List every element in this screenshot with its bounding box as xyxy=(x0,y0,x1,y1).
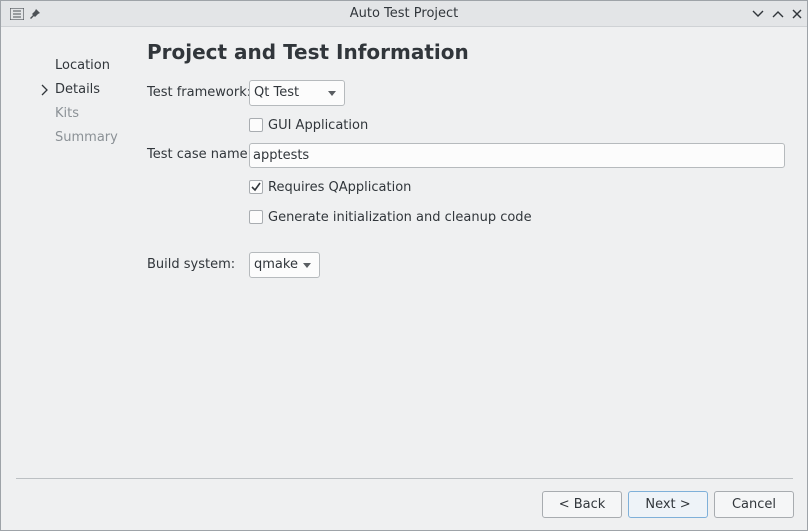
wizard-window: Auto Test Project Location Details Kits … xyxy=(0,0,808,531)
test-case-name-label: Test case name: xyxy=(147,147,252,162)
wizard-steps: Location Details Kits Summary xyxy=(39,57,118,153)
chevron-down-icon xyxy=(303,263,311,268)
generate-init-cleanup-label: Generate initialization and cleanup code xyxy=(268,209,532,225)
next-button[interactable]: Next > xyxy=(628,491,708,518)
step-label: Location xyxy=(55,58,110,73)
test-framework-value: Qt Test xyxy=(254,85,300,100)
back-button-label: < Back xyxy=(558,497,606,512)
step-label: Kits xyxy=(55,106,80,121)
build-system-label: Build system: xyxy=(147,257,236,272)
test-framework-label: Test framework: xyxy=(147,85,252,100)
step-details: Details xyxy=(39,81,118,105)
step-location: Location xyxy=(39,57,118,81)
page-title: Project and Test Information xyxy=(147,40,469,64)
step-label: Details xyxy=(55,82,101,97)
maximize-icon[interactable] xyxy=(769,5,787,23)
footer-separator xyxy=(16,478,793,479)
minimize-icon[interactable] xyxy=(749,5,767,23)
requires-qapplication-label: Requires QApplication xyxy=(268,179,412,195)
next-button-label: Next > xyxy=(645,497,691,512)
gui-application-checkbox[interactable]: GUI Application xyxy=(249,116,368,134)
check-icon xyxy=(251,182,261,192)
back-button[interactable]: < Back xyxy=(542,491,622,518)
title-bar: Auto Test Project xyxy=(1,1,807,27)
step-summary: Summary xyxy=(39,129,118,153)
checkbox-box[interactable] xyxy=(249,118,263,132)
window-title: Auto Test Project xyxy=(349,6,459,21)
test-case-name-input[interactable]: apptests xyxy=(249,143,785,168)
close-icon[interactable] xyxy=(788,5,806,23)
requires-qapplication-checkbox[interactable]: Requires QApplication xyxy=(249,178,411,196)
generate-init-cleanup-checkbox[interactable]: Generate initialization and cleanup code xyxy=(249,208,532,226)
cancel-button[interactable]: Cancel xyxy=(714,491,794,518)
step-label: Summary xyxy=(55,130,118,145)
gui-application-label: GUI Application xyxy=(268,117,369,133)
build-system-value: qmake xyxy=(254,257,298,272)
checkbox-box[interactable] xyxy=(249,210,263,224)
chevron-right-icon xyxy=(39,81,51,99)
chevron-down-icon xyxy=(328,91,336,96)
test-framework-combo[interactable]: Qt Test xyxy=(249,80,345,106)
cancel-button-label: Cancel xyxy=(731,497,777,512)
step-kits: Kits xyxy=(39,105,118,129)
build-system-combo[interactable]: qmake xyxy=(249,252,320,278)
checkbox-box[interactable] xyxy=(249,180,263,194)
